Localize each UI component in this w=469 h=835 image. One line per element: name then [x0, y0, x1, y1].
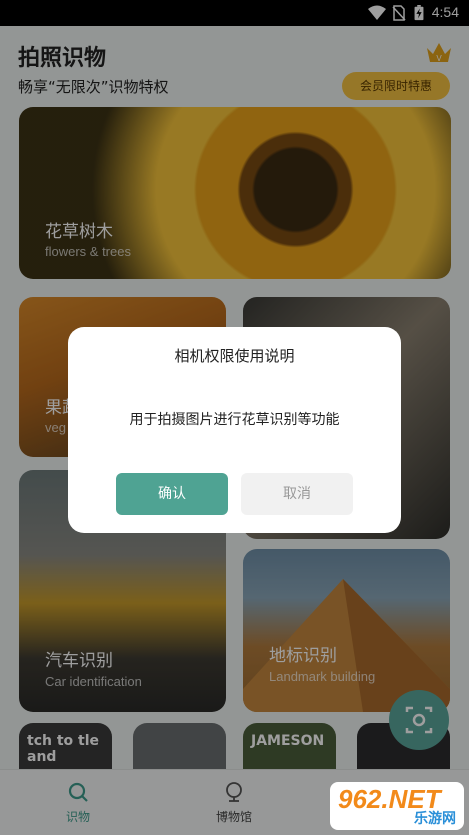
cancel-button[interactable]: 取消 [241, 473, 353, 515]
watermark-sub: 乐游网 [414, 811, 456, 827]
confirm-button[interactable]: 确认 [116, 473, 228, 515]
dialog-title: 相机权限使用说明 [174, 347, 295, 365]
watermark-logo: 962.NET 乐游网 [330, 782, 464, 830]
camera-permission-dialog: 相机权限使用说明 用于拍摄图片进行花草识别等功能 确认 取消 [68, 327, 401, 533]
dialog-message: 用于拍摄图片进行花草识别等功能 [129, 412, 340, 428]
